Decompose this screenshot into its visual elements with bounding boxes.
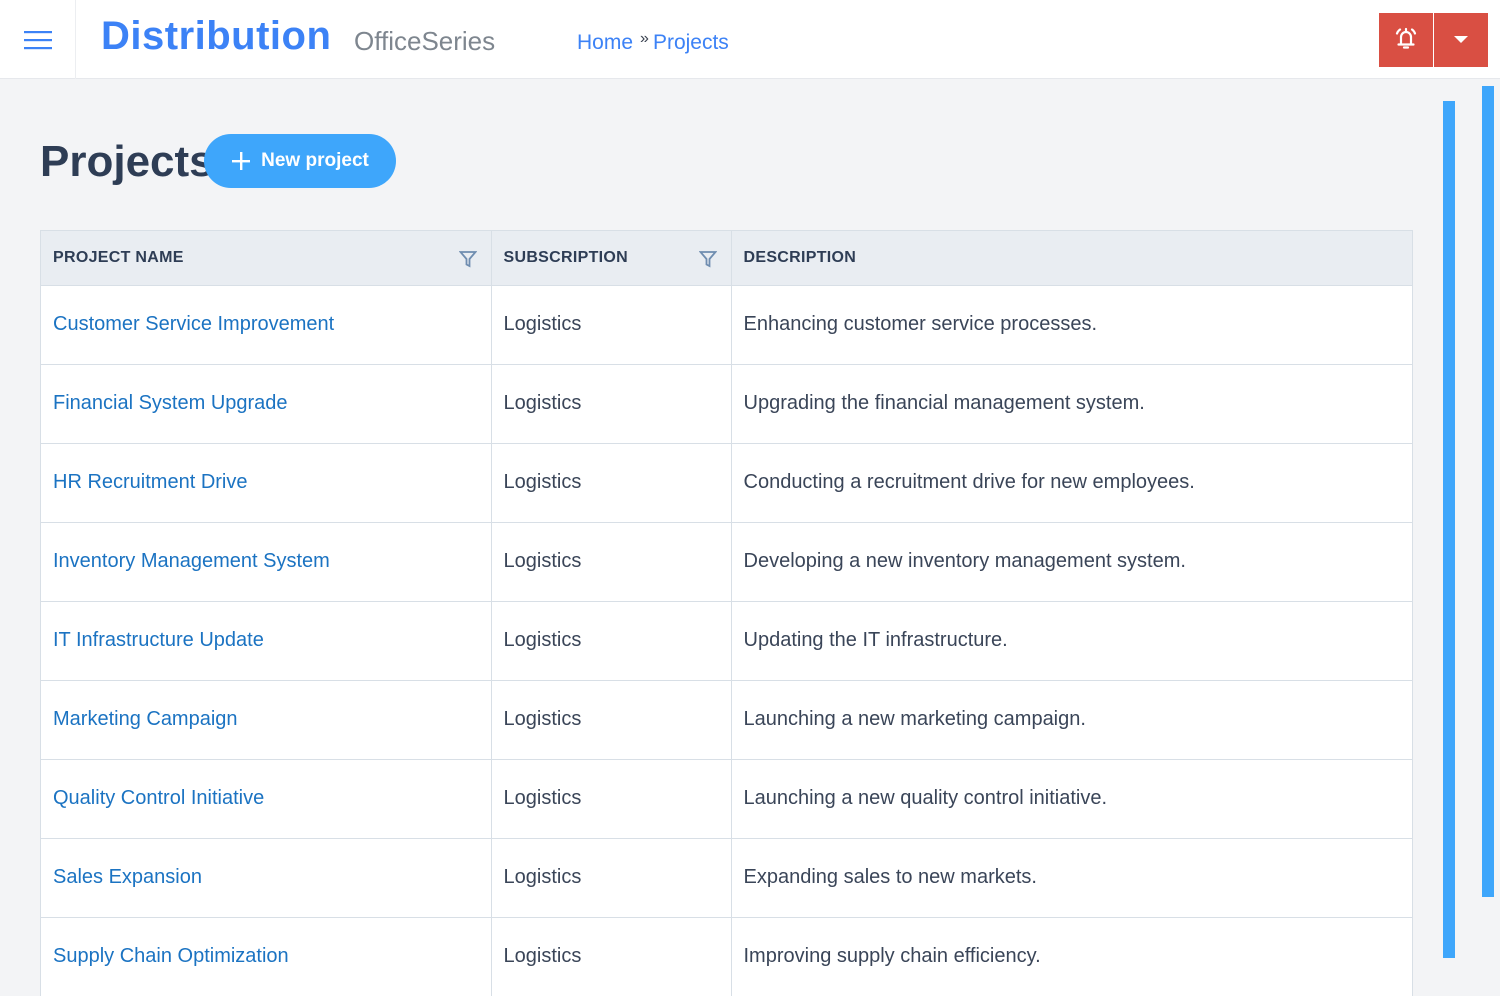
table-header-row: PROJECT NAME SUBSCRIPTION DESCRIPTION: [41, 231, 1412, 285]
project-link[interactable]: Supply Chain Optimization: [53, 945, 289, 967]
table-row: Customer Service Improvement Logistics Enh…: [41, 284, 1412, 364]
project-link[interactable]: IT Infrastructure Update: [53, 629, 264, 651]
scrollbar-thumb[interactable]: [1443, 101, 1455, 958]
cell-description: Launching a new marketing campaign.: [731, 679, 1412, 759]
table-row: Supply Chain Optimization Logistics Improv…: [41, 916, 1412, 996]
cell-subscription: Logistics: [491, 837, 732, 917]
table-row: IT Infrastructure Update Logistics Updatin…: [41, 600, 1412, 680]
cell-subscription: Logistics: [491, 363, 732, 443]
breadcrumb: Home » Projects: [577, 30, 729, 55]
table-row: Inventory Management System Logistics Deve…: [41, 521, 1412, 601]
table-row: Marketing Campaign Logistics Launching a n…: [41, 679, 1412, 759]
project-link[interactable]: Sales Expansion: [53, 866, 202, 888]
project-link[interactable]: HR Recruitment Drive: [53, 471, 247, 493]
filter-icon[interactable]: [698, 250, 717, 268]
notifications-dropdown-toggle[interactable]: [1433, 13, 1488, 67]
top-navbar: Distribution OfficeSeries Home » Project…: [0, 0, 1500, 79]
cell-subscription: Logistics: [491, 442, 732, 522]
cell-subscription: Logistics: [491, 600, 732, 680]
cell-project-name: Quality Control Initiative: [41, 758, 492, 838]
table-row: Quality Control Initiative Logistics Launc…: [41, 758, 1412, 838]
hamburger-icon: [23, 30, 52, 50]
cell-subscription: Logistics: [491, 679, 732, 759]
column-header-description: DESCRIPTION: [731, 231, 1412, 285]
cell-project-name: IT Infrastructure Update: [41, 600, 492, 680]
column-header-subscription[interactable]: SUBSCRIPTION: [491, 231, 732, 285]
new-project-button[interactable]: New project: [204, 134, 396, 188]
breadcrumb-projects[interactable]: Projects: [653, 31, 729, 55]
cell-description: Conducting a recruitment drive for new e…: [731, 442, 1412, 522]
scrollbar-thumb-outer[interactable]: [1482, 86, 1494, 897]
project-link[interactable]: Quality Control Initiative: [53, 787, 264, 809]
cell-description: Developing a new inventory management sy…: [731, 521, 1412, 601]
project-link[interactable]: Marketing Campaign: [53, 708, 238, 730]
projects-table: PROJECT NAME SUBSCRIPTION DESCRIPTION Cu…: [40, 230, 1413, 996]
project-link[interactable]: Inventory Management System: [53, 550, 330, 572]
column-label: SUBSCRIPTION: [503, 248, 628, 266]
cell-subscription: Logistics: [491, 916, 732, 996]
cell-project-name: Customer Service Improvement: [41, 284, 492, 364]
cell-description: Launching a new quality control initiati…: [731, 758, 1412, 838]
cell-subscription: Logistics: [491, 521, 732, 601]
cell-subscription: Logistics: [491, 284, 732, 364]
cell-project-name: Marketing Campaign: [41, 679, 492, 759]
menu-toggle-button[interactable]: [0, 0, 76, 79]
column-label: DESCRIPTION: [743, 248, 857, 266]
cell-project-name: Sales Expansion: [41, 837, 492, 917]
brand-title[interactable]: Distribution: [101, 14, 331, 59]
cell-description: Enhancing customer service processes.: [731, 284, 1412, 364]
caret-down-icon: [1454, 31, 1468, 49]
new-project-label: New project: [261, 150, 369, 171]
bell-ringing-icon: [1392, 24, 1420, 57]
cell-project-name: Supply Chain Optimization: [41, 916, 492, 996]
table-row: Financial System Upgrade Logistics Upgradi…: [41, 363, 1412, 443]
cell-project-name: Financial System Upgrade: [41, 363, 492, 443]
table-row: Sales Expansion Logistics Expanding sales …: [41, 837, 1412, 917]
breadcrumb-home[interactable]: Home: [577, 31, 633, 55]
page-title: Projects: [40, 137, 214, 186]
cell-description: Improving supply chain efficiency.: [731, 916, 1412, 996]
notifications-button[interactable]: [1379, 13, 1433, 67]
column-header-project-name[interactable]: PROJECT NAME: [41, 231, 492, 285]
cell-description: Updating the IT infrastructure.: [731, 600, 1412, 680]
cell-project-name: Inventory Management System: [41, 521, 492, 601]
cell-description: Expanding sales to new markets.: [731, 837, 1412, 917]
cell-project-name: HR Recruitment Drive: [41, 442, 492, 522]
project-link[interactable]: Financial System Upgrade: [53, 392, 288, 414]
plus-icon: [231, 151, 251, 171]
brand-subtitle: OfficeSeries: [354, 26, 496, 56]
table-row: HR Recruitment Drive Logistics Conducting …: [41, 442, 1412, 522]
column-label: PROJECT NAME: [53, 248, 184, 266]
project-link[interactable]: Customer Service Improvement: [53, 313, 334, 335]
filter-icon[interactable]: [458, 250, 477, 268]
notification-button-group: [1379, 13, 1488, 67]
breadcrumb-separator: »: [640, 30, 649, 47]
cell-description: Upgrading the financial management syste…: [731, 363, 1412, 443]
cell-subscription: Logistics: [491, 758, 732, 838]
